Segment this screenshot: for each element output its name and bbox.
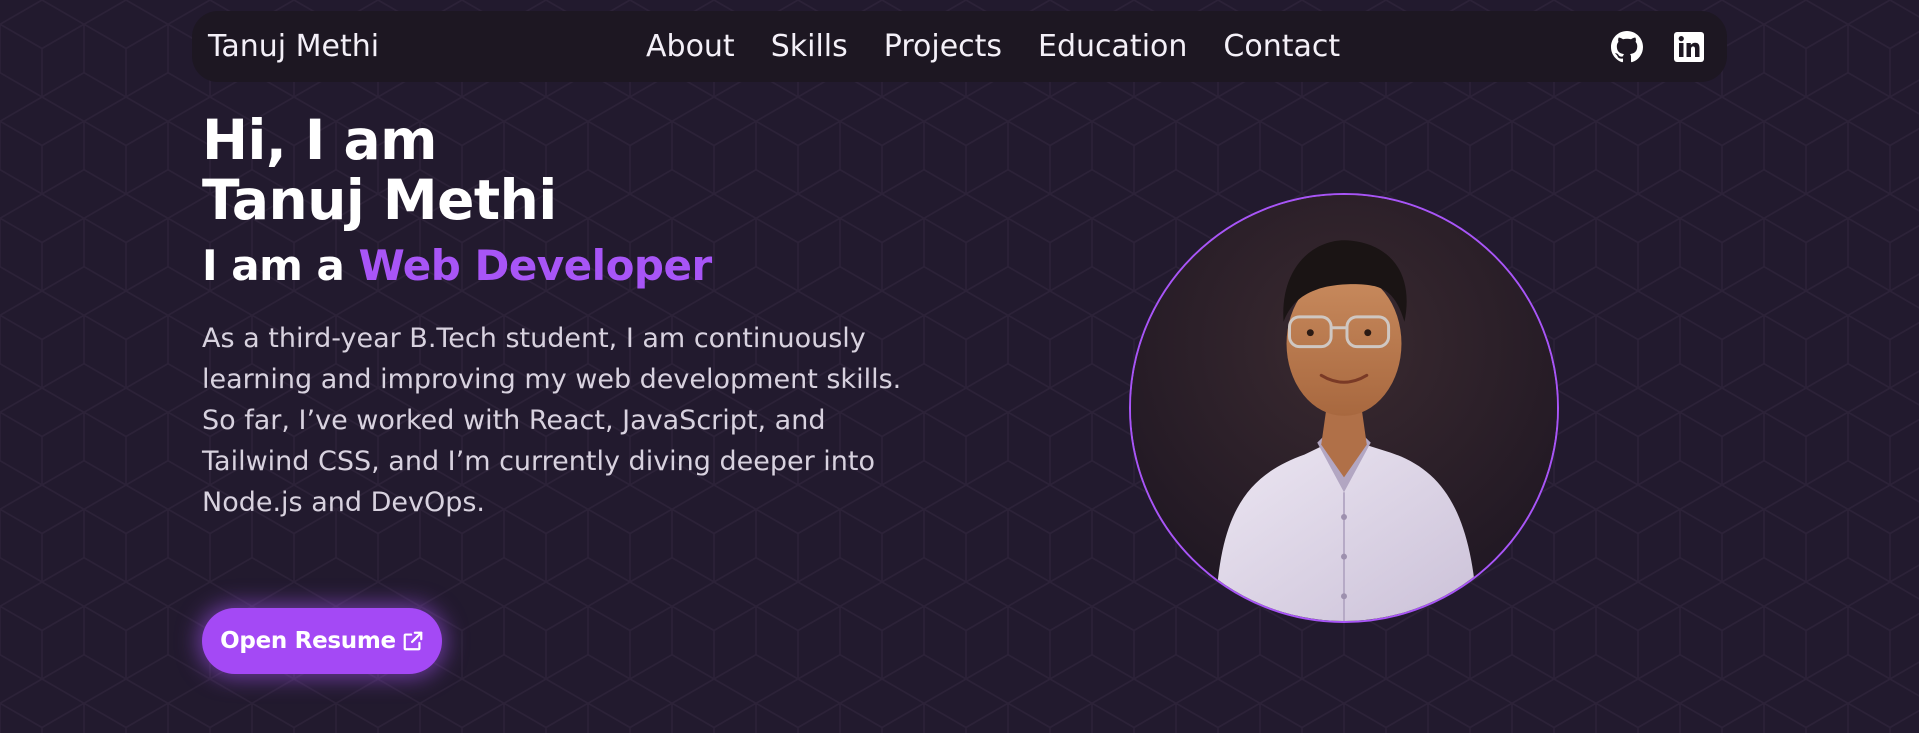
open-resume-label: Open Resume [220,628,396,654]
social-links [1611,11,1705,82]
linkedin-link[interactable] [1673,31,1705,63]
hero-heading: Hi, I am Tanuj Methi [202,110,962,230]
nav-link-projects[interactable]: Projects [884,11,1002,82]
hero-greeting: Hi, I am [202,108,437,172]
nav-link-education[interactable]: Education [1038,11,1187,82]
hero-role-title: Web Developer [358,241,712,290]
brand-logo-link[interactable]: Tanuj Methi [208,11,379,82]
nav-links: About Skills Projects Education Contact [646,11,1340,82]
profile-photo [1129,193,1559,623]
hero-role-prefix: I am a [202,241,345,290]
github-icon [1611,30,1643,63]
hero-role-line: I am a Web Developer [202,240,962,292]
hero-name: Tanuj Methi [202,168,557,232]
navbar: Tanuj Methi About Skills Projects Educat… [192,11,1727,82]
nav-link-about[interactable]: About [646,11,735,82]
hero-description: As a third-year B.Tech student, I am con… [202,323,902,518]
external-link-icon [402,630,424,652]
github-link[interactable] [1611,30,1643,63]
nav-link-skills[interactable]: Skills [771,11,848,82]
nav-link-contact[interactable]: Contact [1223,11,1340,82]
open-resume-button[interactable]: Open Resume [202,608,442,674]
hero-intro: Hi, I am Tanuj Methi I am a Web Develope… [202,110,962,523]
linkedin-icon [1673,31,1705,63]
